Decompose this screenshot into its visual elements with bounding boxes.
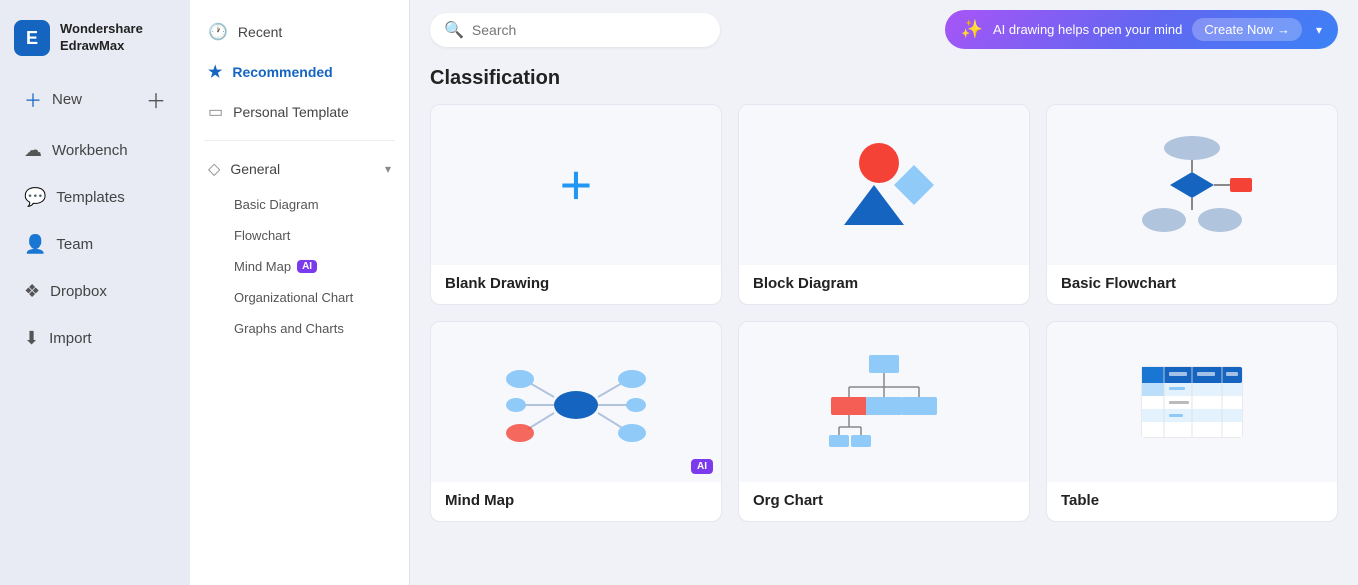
mind-map-ai-badge: AI <box>297 260 317 273</box>
mid-divider <box>204 140 395 141</box>
search-box[interactable]: 🔍 <box>430 13 720 47</box>
sub-basic-diagram[interactable]: Basic Diagram <box>190 189 409 220</box>
mid-sidebar: 🕐 Recent ★ Recommended ▭ Personal Templa… <box>190 0 410 585</box>
card-mindmap-visual <box>431 322 721 482</box>
nav-new-label: New <box>52 91 82 108</box>
card-table[interactable]: Table <box>1046 321 1338 522</box>
nav-import[interactable]: ⬇ Import <box>8 316 182 361</box>
cards-grid: + Blank Drawing Block Diagram <box>410 104 1358 542</box>
block-diagram-svg <box>824 135 944 235</box>
ai-sparkle-icon: ✨ <box>961 19 983 40</box>
plus-large-icon: + <box>560 157 593 213</box>
mid-recent[interactable]: 🕐 Recent <box>190 12 409 52</box>
card-table-label: Table <box>1047 482 1337 521</box>
workbench-icon: ☁ <box>24 140 42 161</box>
recent-icon: 🕐 <box>208 22 228 42</box>
search-input[interactable] <box>472 22 706 38</box>
mindmap-ai-badge: AI <box>691 459 713 474</box>
add-icon: ＋ <box>146 85 166 114</box>
nav-dropbox[interactable]: ❖ Dropbox <box>8 269 182 314</box>
card-org-chart[interactable]: Org Chart <box>738 321 1030 522</box>
card-mindmap-label: Mind Map <box>431 482 721 521</box>
card-mind-map[interactable]: AI Mind Map <box>430 321 722 522</box>
arrow-icon: → <box>1277 22 1290 37</box>
templates-icon: 💬 <box>24 187 46 208</box>
nav-new[interactable]: ＋ New ＋ <box>8 73 182 126</box>
app-logo-text: Wondershare EdrawMax <box>60 21 143 55</box>
top-bar: 🔍 ✨ AI drawing helps open your mind Crea… <box>410 0 1358 59</box>
card-blank-drawing[interactable]: + Blank Drawing <box>430 104 722 305</box>
nav-import-label: Import <box>49 330 92 347</box>
nav-dropbox-label: Dropbox <box>50 283 107 300</box>
card-blank-label: Blank Drawing <box>431 265 721 304</box>
logo-area: E Wondershare EdrawMax <box>0 12 190 72</box>
recommended-icon: ★ <box>208 62 222 82</box>
sub-flowchart[interactable]: Flowchart <box>190 220 409 251</box>
nav-team[interactable]: 👤 Team <box>8 222 182 267</box>
card-block-diagram[interactable]: Block Diagram <box>738 104 1030 305</box>
sub-graphs-charts[interactable]: Graphs and Charts <box>190 313 409 344</box>
card-mindmap-wrapper: AI <box>431 322 721 482</box>
ai-banner-text: AI drawing helps open your mind <box>993 22 1182 37</box>
create-now-button[interactable]: Create Now → <box>1192 18 1302 41</box>
banner-dropdown-icon: ▾ <box>1316 23 1322 37</box>
card-orgchart-visual <box>739 322 1029 482</box>
general-subitems: Basic Diagram Flowchart Mind Map AI Orga… <box>190 189 409 344</box>
nav-team-label: Team <box>56 236 93 253</box>
mid-recommended-label: Recommended <box>232 64 332 80</box>
card-basic-flowchart[interactable]: Basic Flowchart <box>1046 104 1338 305</box>
general-header[interactable]: ◇ General ▾ <box>190 149 409 189</box>
nav-templates-label: Templates <box>56 189 124 206</box>
flowchart-svg <box>1122 130 1262 240</box>
general-icon: ◇ <box>208 159 220 179</box>
search-icon: 🔍 <box>444 20 464 40</box>
card-blank-visual: + <box>431 105 721 265</box>
create-now-label: Create Now <box>1204 22 1273 37</box>
general-label: General <box>230 161 280 177</box>
card-block-label: Block Diagram <box>739 265 1029 304</box>
classification-title: Classification <box>410 59 1358 104</box>
dropbox-icon: ❖ <box>24 281 40 302</box>
ai-banner[interactable]: ✨ AI drawing helps open your mind Create… <box>945 10 1338 49</box>
mindmap-svg <box>506 347 646 457</box>
mid-recent-label: Recent <box>238 24 282 40</box>
main-content: 🔍 ✨ AI drawing helps open your mind Crea… <box>410 0 1358 585</box>
mid-recommended[interactable]: ★ Recommended <box>190 52 409 92</box>
sub-mind-map[interactable]: Mind Map AI <box>190 251 409 282</box>
table-svg <box>1127 352 1257 452</box>
personal-template-icon: ▭ <box>208 102 223 122</box>
sub-org-chart[interactable]: Organizational Chart <box>190 282 409 313</box>
mid-personal-template-label: Personal Template <box>233 104 349 120</box>
card-block-visual <box>739 105 1029 265</box>
new-icon: ＋ <box>24 87 42 113</box>
left-sidebar: E Wondershare EdrawMax ＋ New ＋ ☁ Workben… <box>0 0 190 585</box>
orgchart-svg <box>819 347 949 457</box>
card-flowchart-visual <box>1047 105 1337 265</box>
team-icon: 👤 <box>24 234 46 255</box>
nav-templates[interactable]: 💬 Templates <box>8 175 182 220</box>
card-flowchart-label: Basic Flowchart <box>1047 265 1337 304</box>
chevron-down-icon: ▾ <box>385 162 391 176</box>
right-panel: 🕐 Recent ★ Recommended ▭ Personal Templa… <box>190 0 1358 585</box>
card-table-visual <box>1047 322 1337 482</box>
mid-personal-template[interactable]: ▭ Personal Template <box>190 92 409 132</box>
nav-workbench-label: Workbench <box>52 142 128 159</box>
card-orgchart-label: Org Chart <box>739 482 1029 521</box>
app-logo-icon: E <box>14 20 50 56</box>
import-icon: ⬇ <box>24 328 39 349</box>
nav-workbench[interactable]: ☁ Workbench <box>8 128 182 173</box>
